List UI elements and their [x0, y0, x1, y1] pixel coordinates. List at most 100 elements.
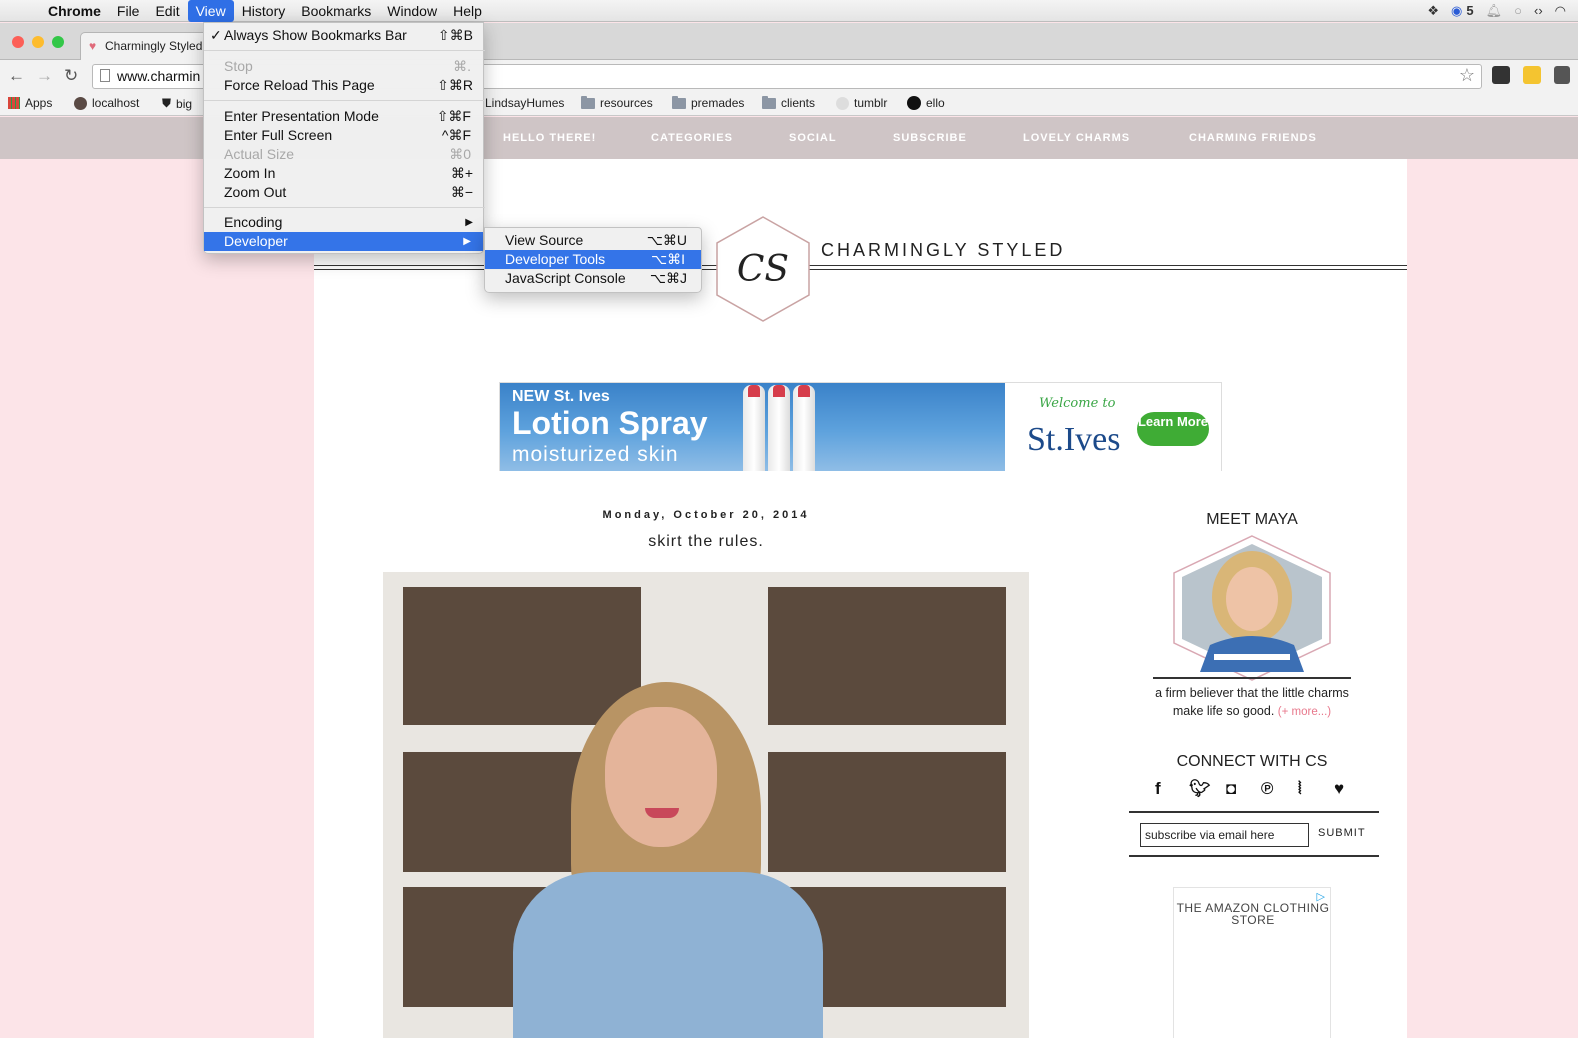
wifi-icon[interactable]: ◠ [1555, 3, 1566, 19]
heart-icon[interactable]: ♥ [1334, 779, 1344, 799]
bookmark-label: clients [781, 96, 816, 110]
menu-encoding[interactable]: Encoding ▶ [204, 213, 485, 232]
menu-shortcut: ⇧⌘B [437, 27, 473, 43]
extension-yellow-icon[interactable] [1523, 66, 1541, 84]
window-pane [403, 587, 641, 725]
menu-developer[interactable]: Developer ▶ [204, 232, 483, 251]
menu-label: Developer [224, 233, 288, 249]
photo-shirt [513, 872, 823, 1038]
menu-shortcut: ⌥⌘J [649, 270, 687, 286]
web-page: HELLO THERE! CATEGORIES SOCIAL SUBSCRIBE… [0, 117, 1578, 1038]
ad-product: Lotion Spray [512, 405, 708, 441]
extension-m-icon[interactable] [1554, 66, 1570, 84]
maya-avatar[interactable] [1170, 535, 1334, 681]
back-arrow-icon[interactable]: ← [8, 66, 25, 86]
tumblr-favicon-icon [836, 96, 849, 110]
menu-bookmarks[interactable]: Bookmarks [293, 0, 379, 22]
menu-actual-size[interactable]: Actual Size ⌘0 [204, 145, 485, 164]
buffer-extension-icon[interactable] [1492, 66, 1510, 84]
meet-maya-heading: MEET MAYA [1206, 511, 1298, 528]
menu-full-screen[interactable]: Enter Full Screen ^⌘F [204, 126, 485, 145]
pinterest-icon[interactable]: ℗ [1261, 779, 1274, 799]
bookmark-ello[interactable]: ello [907, 96, 945, 110]
nav-social[interactable]: SOCIAL [789, 132, 837, 144]
bookmark-clients[interactable]: clients [762, 95, 816, 110]
minimize-window-icon[interactable] [32, 36, 44, 48]
url-text: www.charmin [117, 68, 201, 84]
ad-tagline: moisturized skin [512, 443, 679, 466]
bookmark-localhost[interactable]: localhost [74, 96, 139, 110]
twitter-icon[interactable]: 🐦︎ [1189, 779, 1211, 799]
menu-presentation-mode[interactable]: Enter Presentation Mode ⇧⌘F [204, 107, 485, 126]
st-ives-logo: St.Ives [1027, 421, 1121, 458]
menu-edit[interactable]: Edit [147, 0, 187, 22]
sync-icon[interactable]: ◉ [1451, 3, 1462, 19]
menu-label: Stop [224, 58, 253, 74]
facebook-icon[interactable]: f [1155, 779, 1161, 799]
menu-developer-tools[interactable]: Developer Tools ⌥⌘I [485, 250, 701, 269]
subscribe-email-input[interactable] [1140, 823, 1309, 847]
menu-help[interactable]: Help [445, 0, 490, 22]
menu-zoom-in[interactable]: Zoom In ⌘+ [204, 164, 485, 183]
more-link[interactable]: (+ more...) [1278, 706, 1331, 718]
menu-shortcut: ⌘+ [450, 165, 473, 181]
instagram-icon[interactable]: ◘ [1226, 779, 1236, 799]
menu-zoom-out[interactable]: Zoom Out ⌘− [204, 183, 485, 202]
bookmark-label: ello [926, 96, 945, 110]
menu-javascript-console[interactable]: JavaScript Console ⌥⌘J [485, 269, 701, 288]
view-menu: ✓ Always Show Bookmarks Bar ⇧⌘B Stop ⌘. … [203, 22, 485, 254]
st-ives-ad-banner[interactable]: NEW St. Ives Lotion Spray moisturized sk… [499, 382, 1222, 471]
menu-view-source[interactable]: View Source ⌥⌘U [485, 231, 701, 250]
amazon-ad-text: THE AMAZON CLOTHING STORE [1176, 901, 1330, 927]
post-title[interactable]: skirt the rules. [314, 533, 1098, 551]
maya-about: a firm believer that the little charms m… [1139, 684, 1365, 721]
bookmark-label: big [176, 96, 193, 111]
menu-window[interactable]: Window [379, 0, 445, 22]
nav-lovely-charms[interactable]: LOVELY CHARMS [1023, 132, 1130, 144]
site-title[interactable]: CHARMINGLY STYLED [821, 240, 1070, 261]
ad-right-panel: Welcome to St.Ives Learn More [1005, 383, 1221, 471]
menu-label: Encoding [224, 214, 283, 230]
reload-icon[interactable]: ↻ [64, 66, 78, 86]
nav-charming-friends[interactable]: CHARMING FRIENDS [1189, 132, 1317, 144]
rss-icon[interactable]: ⦚ [1298, 779, 1302, 799]
nav-hello-there[interactable]: HELLO THERE! [503, 132, 596, 144]
menu-always-show-bookmarks[interactable]: ✓ Always Show Bookmarks Bar ⇧⌘B [204, 26, 485, 45]
nav-categories[interactable]: CATEGORIES [651, 132, 733, 144]
forward-arrow-icon[interactable]: → [36, 66, 53, 86]
bookmark-premades[interactable]: premades [672, 95, 744, 110]
menu-label: Developer Tools [505, 251, 606, 267]
amazon-ad[interactable]: ▷ THE AMAZON CLOTHING STORE [1173, 887, 1331, 1038]
folder-icon [672, 95, 686, 109]
bookmark-resources[interactable]: resources [581, 95, 653, 110]
bookmark-star-icon[interactable]: ☆ [1459, 65, 1475, 86]
bookmark-apps[interactable]: Apps [8, 96, 52, 110]
zoom-window-icon[interactable] [52, 36, 64, 48]
close-window-icon[interactable] [12, 36, 24, 48]
menu-force-reload[interactable]: Force Reload This Page ⇧⌘R [204, 76, 485, 95]
folder-icon [581, 95, 595, 109]
menu-view[interactable]: View [187, 0, 234, 22]
menu-history[interactable]: History [234, 0, 294, 22]
submit-button[interactable]: SUBMIT [1318, 827, 1366, 839]
notification-bell-icon[interactable]: 🔔︎ [1486, 3, 1503, 19]
menu-chrome[interactable]: Chrome [38, 0, 109, 22]
menu-stop[interactable]: Stop ⌘. [204, 57, 485, 76]
menu-label: Force Reload This Page [224, 77, 375, 93]
code-brackets-icon[interactable]: ‹› [1534, 3, 1543, 18]
learn-more-button[interactable]: Learn More [1137, 412, 1209, 446]
menu-shortcut: ⇧⌘R [437, 77, 473, 93]
cs-logo[interactable]: CS [712, 215, 814, 323]
tab-charmingly-styled[interactable]: ♥ Charmingly Styled [80, 32, 210, 60]
dropbox-icon[interactable]: ❖ [1427, 3, 1439, 19]
bookmark-lindsayhumes[interactable]: LindsayHumes [485, 96, 564, 110]
menu-shortcut: ⌘0 [449, 146, 471, 162]
menu-file[interactable]: File [109, 0, 148, 22]
chat-bubble-icon[interactable]: ○ [1514, 3, 1522, 18]
nav-subscribe[interactable]: SUBSCRIBE [893, 132, 967, 144]
menu-label: Always Show Bookmarks Bar [224, 27, 407, 43]
post-photo[interactable] [383, 572, 1029, 1038]
header-rule [314, 269, 1407, 270]
bookmark-big[interactable]: ⛊ big [162, 96, 192, 111]
bookmark-tumblr[interactable]: tumblr [836, 96, 887, 110]
